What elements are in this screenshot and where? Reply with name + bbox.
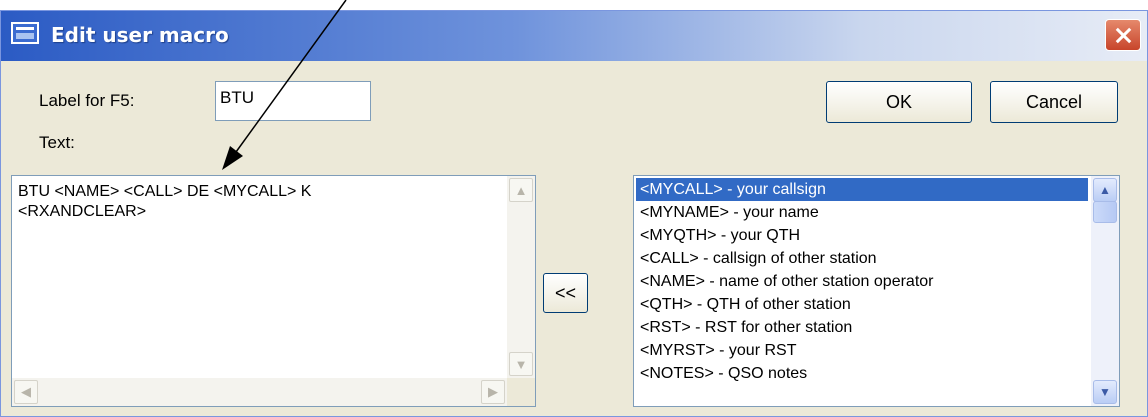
ok-button[interactable]: OK <box>826 81 972 123</box>
scroll-right-icon[interactable]: ▶ <box>481 380 505 404</box>
list-scroll-up-icon[interactable]: ▲ <box>1093 178 1117 202</box>
title-bar[interactable]: Edit user macro <box>1 11 1147 61</box>
list-item[interactable]: <MYNAME> - your name <box>636 201 1088 224</box>
list-scroll-down-icon[interactable]: ▼ <box>1093 380 1117 404</box>
scroll-up-icon[interactable]: ▲ <box>509 178 533 202</box>
close-button[interactable] <box>1105 19 1141 51</box>
horizontal-scrollbar[interactable]: ◀ ▶ <box>12 378 507 406</box>
app-icon <box>11 22 39 44</box>
list-item[interactable]: <NAME> - name of other station operator <box>636 270 1088 293</box>
macro-text: BTU <NAME> <CALL> DE <MYCALL> K <RXANDCL… <box>18 183 312 220</box>
list-item[interactable]: <CALL> - callsign of other station <box>636 247 1088 270</box>
text-caption: Text: <box>39 133 75 152</box>
list-item[interactable]: <RST> - RST for other station <box>636 316 1088 339</box>
cancel-button[interactable]: Cancel <box>990 81 1118 123</box>
scrollbar-corner <box>507 378 535 406</box>
macro-text-area[interactable]: BTU <NAME> <CALL> DE <MYCALL> K <RXANDCL… <box>11 175 536 407</box>
macro-variable-list[interactable]: <MYCALL> - your callsign <MYNAME> - your … <box>633 175 1120 407</box>
list-scrollbar[interactable]: ▲ ▼ <box>1091 176 1119 406</box>
edit-macro-dialog: Edit user macro Label for F5: BTU Text: … <box>0 10 1148 417</box>
scroll-down-icon[interactable]: ▼ <box>509 352 533 376</box>
label-caption: Label for F5: <box>39 91 135 110</box>
list-scroll-thumb[interactable] <box>1093 201 1117 223</box>
list-item[interactable]: <MYCALL> - your callsign <box>636 178 1088 201</box>
scroll-left-icon[interactable]: ◀ <box>14 380 38 404</box>
dialog-title: Edit user macro <box>51 23 229 47</box>
insert-macro-button[interactable]: << <box>543 273 588 313</box>
list-item[interactable]: <MYQTH> - your QTH <box>636 224 1088 247</box>
vertical-scrollbar[interactable]: ▲ ▼ <box>507 176 535 378</box>
list-item[interactable]: <QTH> - QTH of other station <box>636 293 1088 316</box>
list-item[interactable]: <NOTES> - QSO notes <box>636 362 1088 385</box>
list-item[interactable]: <MYRST> - your RST <box>636 339 1088 362</box>
label-input[interactable]: BTU <box>215 81 371 121</box>
